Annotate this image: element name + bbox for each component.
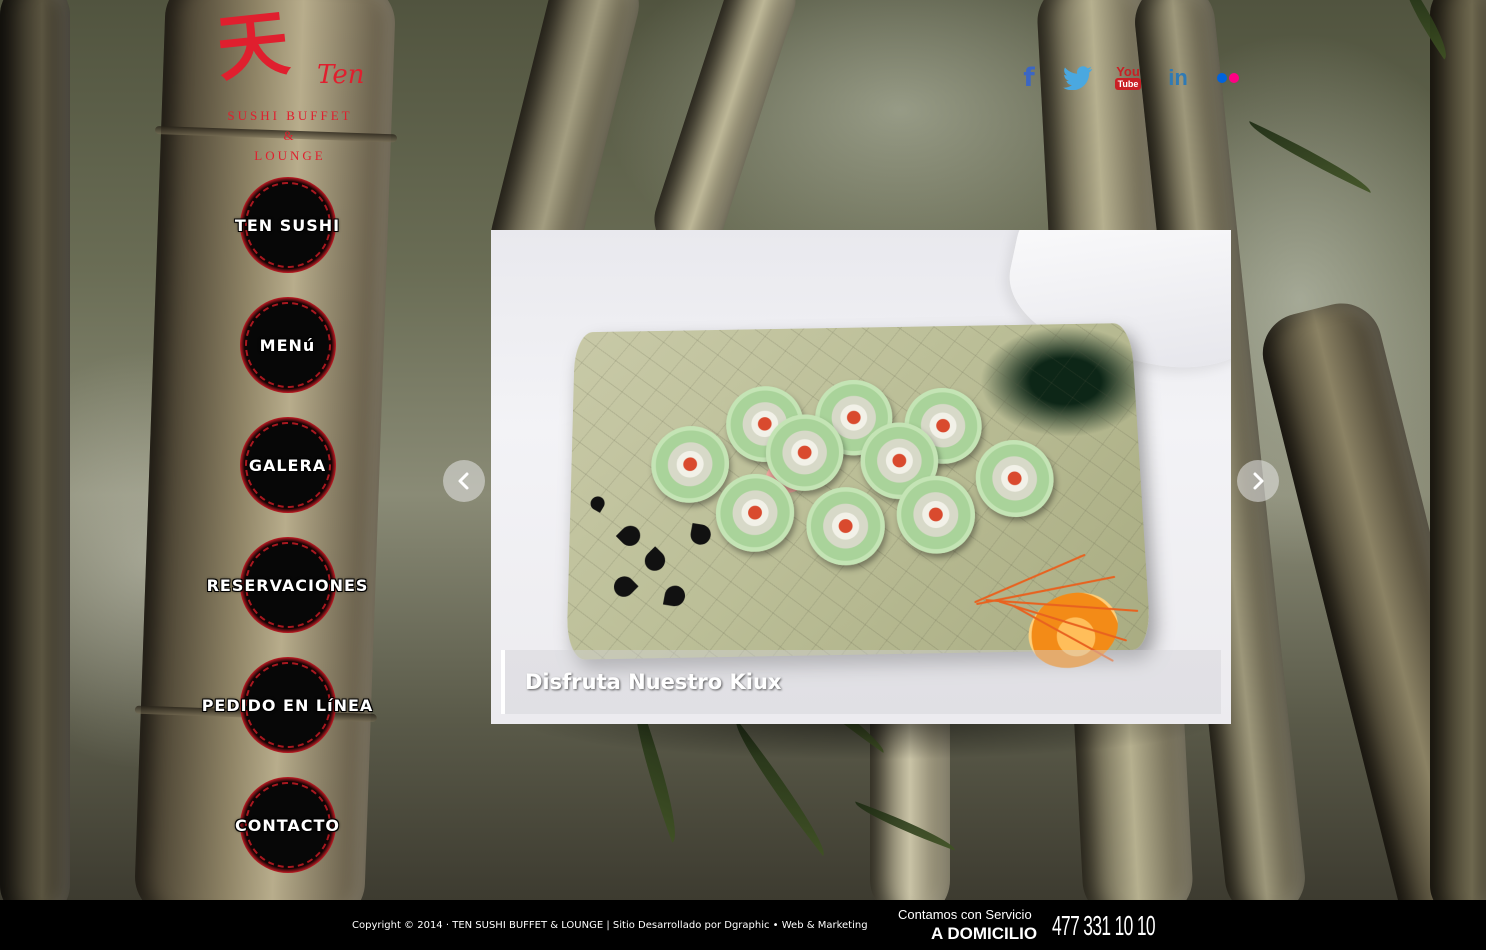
chevron-right-icon <box>1253 472 1264 490</box>
logo-line-1: SUSHI BUFFET <box>227 108 353 123</box>
nav-label: RESERVACIONES <box>206 575 369 595</box>
sushi-plate-image <box>566 323 1152 681</box>
nav-item-contacto[interactable]: CONTACTO <box>195 777 380 873</box>
image-slider[interactable]: Disfruta Nuestro Kiux <box>491 230 1231 724</box>
flickr-blue-dot <box>1217 73 1227 83</box>
logo[interactable]: 天 Ten SUSHI BUFFET & LOUNGE <box>205 0 375 168</box>
delivery-phone: 477 331 10 10 <box>1052 910 1156 941</box>
logo-script: Ten <box>317 60 365 90</box>
logo-kanji: 天 <box>212 0 294 92</box>
twitter-icon[interactable] <box>1060 62 1096 94</box>
flickr-pink-dot <box>1229 73 1239 83</box>
flickr-icon[interactable] <box>1210 62 1246 94</box>
copyright-text: Copyright © 2014 · TEN SUSHI BUFFET & LO… <box>352 920 868 931</box>
nav-item-ten-sushi[interactable]: TEN SUSHI <box>195 177 380 273</box>
slide-caption-text: Disfruta Nuestro Kiux <box>525 670 782 694</box>
nav-item-galera[interactable]: GALERA <box>195 417 380 513</box>
chevron-left-icon <box>458 472 469 490</box>
slider-prev-button[interactable] <box>443 460 485 502</box>
nav-label: TEN SUSHI <box>234 215 341 235</box>
delivery-banner: Contamos con Servicio A DOMICILIO 477 33… <box>898 907 1156 947</box>
nav-label: GALERA <box>248 455 327 475</box>
nav-item-reservaciones[interactable]: RESERVACIONES <box>195 537 380 633</box>
youtube-tube: Tube <box>1114 78 1142 90</box>
facebook-icon[interactable]: f <box>1011 62 1047 94</box>
slide-caption: Disfruta Nuestro Kiux <box>501 650 1221 714</box>
slider-next-button[interactable] <box>1237 460 1279 502</box>
nav-label: PEDIDO EN LíNEA <box>201 695 374 715</box>
nav-item-pedido-en-linea[interactable]: PEDIDO EN LíNEA <box>195 657 380 753</box>
youtube-icon[interactable]: You Tube <box>1110 62 1146 94</box>
nav-label: CONTACTO <box>234 815 341 835</box>
logo-line-3: LOUNGE <box>254 148 326 163</box>
nav-label: MENú <box>259 335 316 355</box>
logo-line-2: & <box>283 128 297 143</box>
nav-item-menu[interactable]: MENú <box>195 297 380 393</box>
linkedin-icon[interactable]: in <box>1160 62 1196 94</box>
footer: Copyright © 2014 · TEN SUSHI BUFFET & LO… <box>0 900 1486 950</box>
delivery-bottom-text: A DOMICILIO <box>931 924 1038 943</box>
youtube-you: You <box>1116 64 1140 79</box>
delivery-top-text: Contamos con Servicio <box>898 907 1032 922</box>
